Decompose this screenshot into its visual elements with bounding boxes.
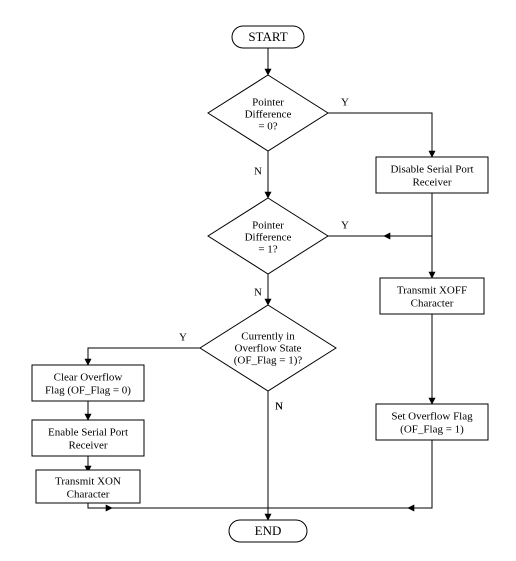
d2-yes-label: Y: [341, 220, 349, 232]
svg-text:N: N: [275, 401, 283, 413]
process-transmit-xoff: Transmit XOFF Character: [380, 278, 484, 314]
d2-line2: Difference: [245, 232, 292, 244]
d1-line1: Pointer: [252, 97, 284, 109]
process-disable-receiver: Disable Serial Port Receiver: [376, 157, 488, 193]
flowchart: Y N Y N Y N START Pointer Difference = 0…: [0, 0, 516, 561]
svg-text:END: END: [255, 523, 282, 538]
d3-line1: Currently in: [241, 331, 295, 343]
svg-text:Transmit XON: Transmit XON: [55, 476, 121, 488]
set-of-l1: Set Overflow Flag: [391, 411, 473, 423]
d1-line3: = 0?: [258, 121, 277, 133]
d2-line1: Pointer: [252, 220, 284, 232]
d1-line2: Difference: [245, 109, 292, 121]
svg-text:Character: Character: [67, 489, 110, 501]
disable-rx-l1: Disable Serial Port: [390, 164, 473, 176]
d1-yes-label: Y: [341, 97, 349, 109]
d3-line2: Overflow State: [235, 343, 302, 355]
process-enable-receiver: Enable Serial Port Receiver: [32, 420, 144, 456]
d3-line3: (OF_Flag = 1)?: [234, 355, 303, 367]
process-set-overflow-flag: Set Overflow Flag (OF_Flag = 1): [376, 404, 488, 440]
d2-line3: = 1?: [258, 244, 277, 256]
decision-overflow-state: Currently in Overflow State (OF_Flag = 1…: [200, 305, 336, 391]
disable-rx-l2: Receiver: [412, 177, 451, 189]
start-terminator: START: [232, 26, 304, 48]
d3-yes-label: Y: [179, 332, 187, 344]
clear-of-l1: Clear Overflow: [54, 372, 123, 384]
enable-rx-l1: Enable Serial Port: [48, 427, 128, 439]
set-of-l2: (OF_Flag = 1): [400, 424, 464, 436]
decision-pointer-diff-1: Pointer Difference = 1?: [208, 198, 328, 274]
d2-no-label: N: [254, 287, 262, 299]
process-clear-overflow-flag: Clear Overflow Flag (OF_Flag = 0): [32, 365, 144, 401]
enable-rx-l2: Receiver: [68, 440, 107, 452]
process-transmit-xon-redraw: Transmit XON Character: [36, 470, 140, 503]
start-label: START: [248, 29, 287, 44]
clear-of-l2: Flag (OF_Flag = 0): [45, 385, 131, 397]
end-terminator-final: END: [229, 520, 307, 542]
d1-no-label: N: [254, 166, 262, 178]
tx-xoff-l1: Transmit XOFF: [397, 285, 467, 297]
tx-xoff-l2: Character: [411, 298, 454, 310]
decision-pointer-diff-0: Pointer Difference = 0?: [208, 75, 328, 151]
